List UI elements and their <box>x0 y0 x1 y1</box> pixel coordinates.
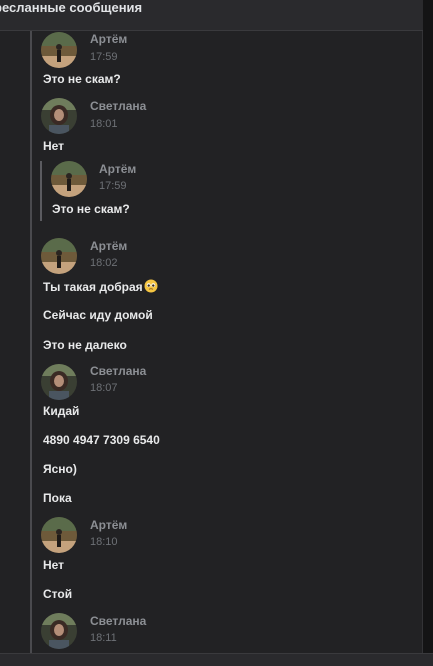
message-time: 18:11 <box>90 632 117 644</box>
forward-thread-line <box>30 31 32 653</box>
message-text: Нет <box>43 139 65 153</box>
avatar-artem[interactable] <box>41 238 77 274</box>
avatar-artem[interactable] <box>51 161 87 197</box>
message-text: Пока <box>43 491 72 505</box>
message-text: Ты такая добрая <box>43 280 143 294</box>
message-time: 18:01 <box>90 118 118 130</box>
message-time: 18:10 <box>90 536 118 548</box>
nested-forward-line <box>40 161 42 221</box>
message-author[interactable]: Артём <box>90 239 127 253</box>
message-text: Это не далеко <box>43 338 127 352</box>
message-author[interactable]: Светлана <box>90 614 146 628</box>
forwarded-author[interactable]: Артём <box>99 162 136 176</box>
avatar-svetlana[interactable] <box>41 98 77 134</box>
message-author[interactable]: Артём <box>90 518 127 532</box>
message-text: Ясно) <box>43 462 77 476</box>
message-author[interactable]: Артём <box>90 32 127 46</box>
message-author[interactable]: Светлана <box>90 364 146 378</box>
header-title: ресланные сообщения <box>0 0 143 15</box>
message-time: 18:07 <box>90 382 118 394</box>
message-time: 17:59 <box>90 51 118 63</box>
panel-footer <box>0 653 433 666</box>
message-text: Нет <box>43 558 65 572</box>
avatar-artem[interactable] <box>41 517 77 553</box>
pleading-face-icon <box>144 279 158 293</box>
message-text: 4890 4947 7309 6540 <box>43 433 160 447</box>
forwarded-time: 17:59 <box>99 180 127 192</box>
message-text: Кидай <box>43 404 80 418</box>
forwarded-text: Это не скам? <box>52 202 130 216</box>
message-text: Сейчас иду домой <box>43 308 153 322</box>
message-time: 18:02 <box>90 257 118 269</box>
avatar-svetlana[interactable] <box>41 613 77 649</box>
forwarded-messages-header: ресланные сообщения <box>0 0 423 31</box>
panel-edge <box>423 0 433 666</box>
message-text-line: Ты такая добрая <box>43 279 158 294</box>
message-text: Это не скам? <box>43 72 121 86</box>
avatar-svetlana[interactable] <box>41 364 77 400</box>
avatar-artem[interactable] <box>41 32 77 68</box>
message-author[interactable]: Светлана <box>90 99 146 113</box>
message-text: Стой <box>43 587 73 601</box>
